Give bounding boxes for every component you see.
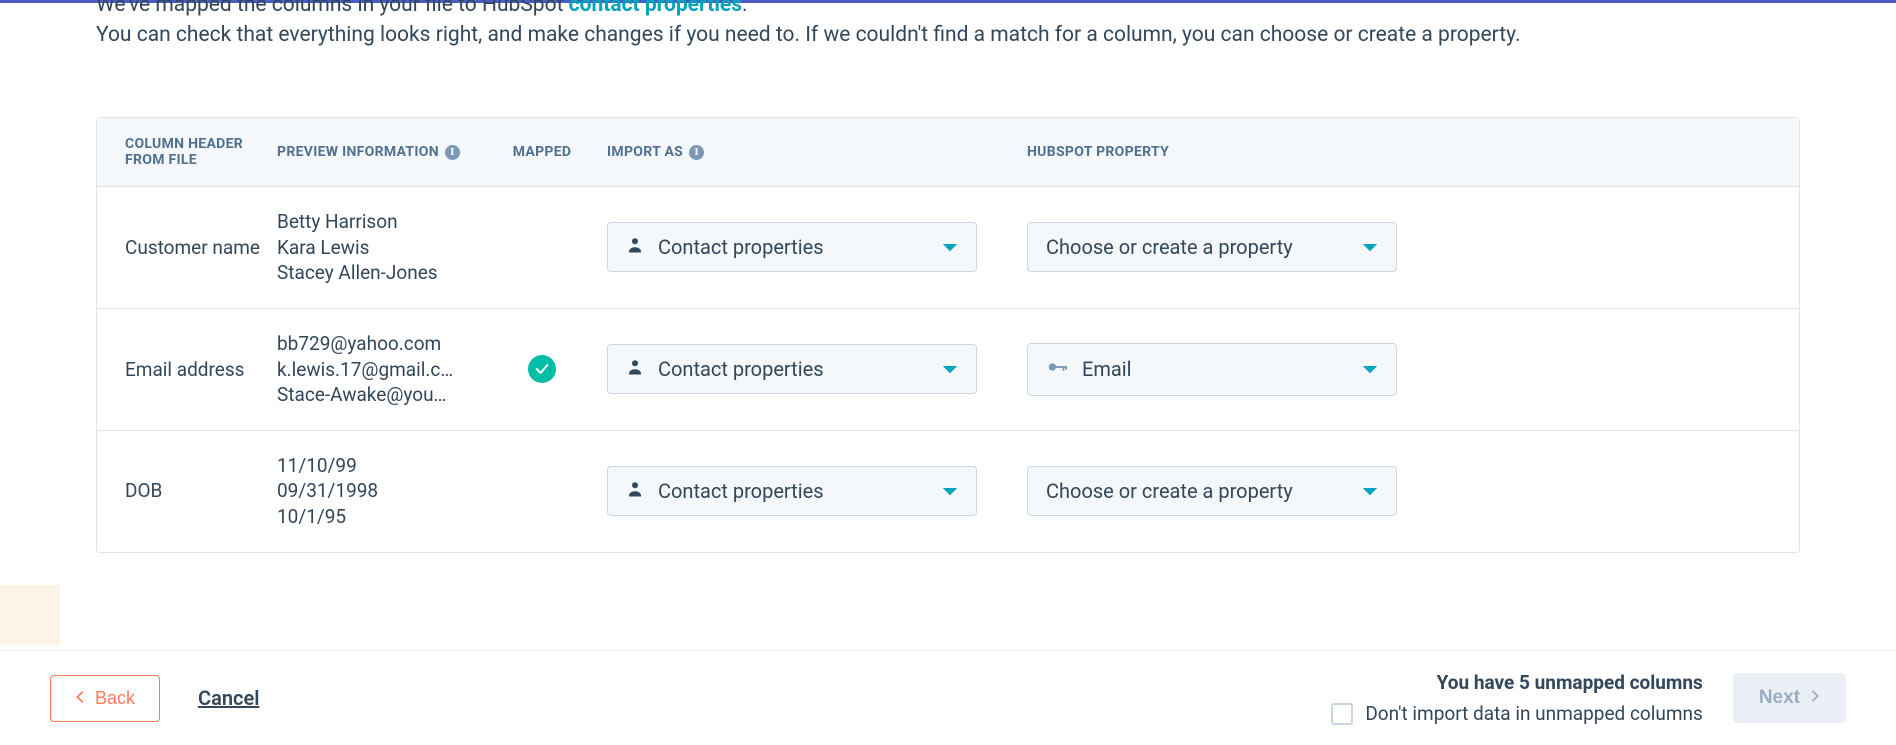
- select-text: Choose or create a property: [1046, 479, 1293, 503]
- preview-line: Kara Lewis: [277, 235, 465, 261]
- intro-line-1: We've mapped the columns in your file to…: [96, 0, 1800, 17]
- cancel-link[interactable]: Cancel: [198, 686, 259, 710]
- main-content: We've mapped the columns in your file to…: [0, 5, 1896, 673]
- chevron-down-icon: [1362, 480, 1378, 503]
- chevron-down-icon: [942, 480, 958, 503]
- row-property: Email: [1027, 343, 1799, 396]
- chevron-left-icon: [75, 688, 85, 709]
- person-icon: [626, 358, 644, 381]
- table-row: DOB 11/10/99 09/31/1998 10/1/95 Contact …: [97, 431, 1799, 552]
- import-as-select[interactable]: Contact properties: [607, 222, 977, 272]
- intro-block: We've mapped the columns in your file to…: [96, 0, 1800, 47]
- row-preview: 11/10/99 09/31/1998 10/1/95: [277, 453, 477, 530]
- table-row: Customer name Betty Harrison Kara Lewis …: [97, 187, 1799, 309]
- chevron-down-icon: [942, 236, 958, 259]
- warning-corner: [0, 585, 60, 645]
- footer-right: You have 5 unmapped columns Don't import…: [1331, 671, 1846, 725]
- select-text: Choose or create a property: [1046, 235, 1293, 259]
- row-mapped: [477, 355, 607, 383]
- row-header: DOB: [97, 478, 277, 504]
- checkbox-row: Don't import data in unmapped columns: [1331, 702, 1702, 725]
- checkbox-label: Don't import data in unmapped columns: [1365, 702, 1702, 725]
- row-import-as: Contact properties: [607, 466, 1027, 516]
- preview-line: Stacey Allen-Jones: [277, 260, 465, 286]
- select-text: Email: [1082, 357, 1132, 381]
- back-button[interactable]: Back: [50, 675, 160, 722]
- table-row: Email address bb729@yahoo.com k.lewis.17…: [97, 309, 1799, 431]
- back-button-label: Back: [95, 688, 135, 709]
- row-preview: bb729@yahoo.com k.lewis.17@gmail.c… Stac…: [277, 331, 477, 408]
- preview-line: 09/31/1998: [277, 478, 465, 504]
- preview-line: bb729@yahoo.com: [277, 331, 465, 357]
- import-as-select[interactable]: Contact properties: [607, 344, 977, 394]
- info-icon[interactable]: i: [689, 145, 704, 160]
- footer-info: You have 5 unmapped columns Don't import…: [1331, 671, 1702, 725]
- preview-line: 10/1/95: [277, 504, 465, 530]
- intro-line-2: You can check that everything looks righ…: [96, 23, 1800, 47]
- table-header-row: COLUMN HEADER FROM FILE PREVIEW INFORMAT…: [97, 118, 1799, 187]
- property-select[interactable]: Email: [1027, 343, 1397, 396]
- intro-line-1-suffix: .: [742, 0, 748, 17]
- info-icon[interactable]: i: [445, 145, 460, 160]
- next-button[interactable]: Next: [1733, 673, 1846, 723]
- select-text: Contact properties: [658, 235, 824, 259]
- chevron-down-icon: [942, 358, 958, 381]
- th-preview-information: PREVIEW INFORMATION i: [277, 144, 477, 160]
- row-import-as: Contact properties: [607, 222, 1027, 272]
- row-header: Customer name: [97, 235, 277, 261]
- person-icon: [626, 236, 644, 259]
- key-icon: [1046, 356, 1068, 383]
- row-property: Choose or create a property: [1027, 466, 1799, 516]
- preview-line: k.lewis.17@gmail.c…: [277, 357, 465, 383]
- footer-bar: Back Cancel You have 5 unmapped columns …: [0, 650, 1896, 745]
- th-column-header: COLUMN HEADER FROM FILE: [97, 136, 277, 168]
- contact-properties-link[interactable]: contact properties: [569, 0, 742, 17]
- mapping-table: COLUMN HEADER FROM FILE PREVIEW INFORMAT…: [96, 117, 1800, 553]
- intro-line-1-prefix: We've mapped the columns in your file to…: [96, 0, 569, 17]
- th-mapped: MAPPED: [477, 144, 607, 160]
- preview-line: 11/10/99: [277, 453, 465, 479]
- select-text: Contact properties: [658, 479, 824, 503]
- select-text: Contact properties: [658, 357, 824, 381]
- row-import-as: Contact properties: [607, 344, 1027, 394]
- next-button-label: Next: [1759, 687, 1800, 709]
- row-property: Choose or create a property: [1027, 222, 1799, 272]
- person-icon: [626, 480, 644, 503]
- chevron-down-icon: [1362, 358, 1378, 381]
- row-preview: Betty Harrison Kara Lewis Stacey Allen-J…: [277, 209, 477, 286]
- property-select[interactable]: Choose or create a property: [1027, 466, 1397, 516]
- row-header: Email address: [97, 357, 277, 383]
- footer-left: Back Cancel: [50, 675, 259, 722]
- th-import-as-label: IMPORT AS: [607, 144, 683, 160]
- th-import-as: IMPORT AS i: [607, 144, 1027, 160]
- chevron-down-icon: [1362, 236, 1378, 259]
- unmapped-message: You have 5 unmapped columns: [1331, 671, 1702, 694]
- preview-line: Betty Harrison: [277, 209, 465, 235]
- th-hubspot-property: HUBSPOT PROPERTY: [1027, 144, 1799, 160]
- dont-import-checkbox[interactable]: [1331, 703, 1353, 725]
- property-select[interactable]: Choose or create a property: [1027, 222, 1397, 272]
- th-preview-label: PREVIEW INFORMATION: [277, 144, 439, 160]
- preview-line: Stace-Awake@you…: [277, 382, 465, 408]
- import-as-select[interactable]: Contact properties: [607, 466, 977, 516]
- check-icon: [528, 355, 556, 383]
- chevron-right-icon: [1810, 687, 1820, 709]
